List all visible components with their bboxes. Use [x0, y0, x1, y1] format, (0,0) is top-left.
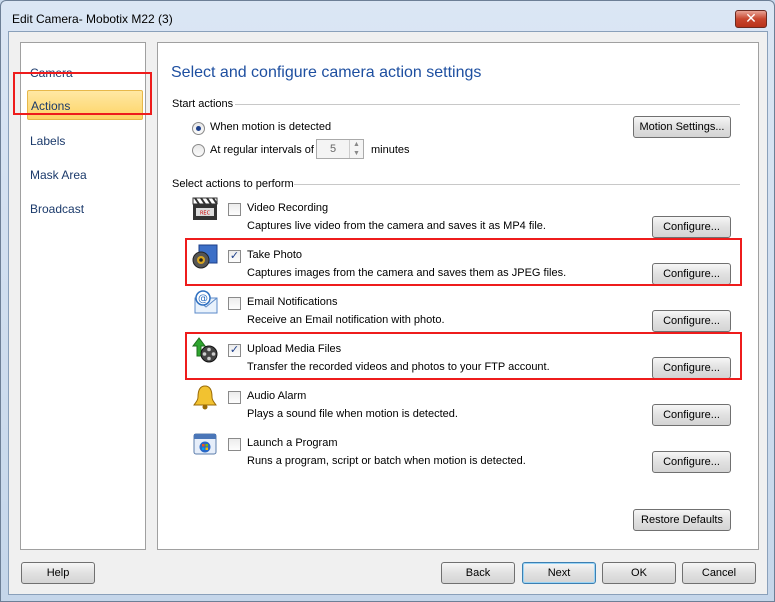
nav-item-broadcast[interactable]: Broadcast — [27, 194, 143, 224]
email-notifications-name[interactable]: Email Notifications — [247, 296, 337, 308]
page-title: Select and configure camera action setti… — [171, 64, 482, 81]
actions-group-label: Select actions to perform — [172, 178, 294, 190]
dialog-client: Camera Actions Labels Mask Area Broadcas… — [8, 31, 768, 595]
nav-item-mask-area[interactable]: Mask Area — [27, 160, 143, 190]
nav-panel: Camera Actions Labels Mask Area Broadcas… — [20, 42, 146, 550]
upload-media-configure-button[interactable]: Configure... — [652, 357, 731, 379]
take-photo-name[interactable]: Take Photo — [247, 249, 302, 261]
audio-alarm-checkbox[interactable] — [228, 391, 241, 404]
launch-program-configure-button[interactable]: Configure... — [652, 451, 731, 473]
interval-value: 5 — [329, 143, 337, 155]
video-recording-checkbox[interactable] — [228, 203, 241, 216]
stepper-up-icon[interactable]: ▲ — [350, 140, 363, 149]
stepper-buttons[interactable]: ▲ ▼ — [349, 140, 363, 158]
restore-defaults-button[interactable]: Restore Defaults — [633, 509, 731, 531]
launch-program-description: Runs a program, script or batch when mot… — [247, 455, 526, 467]
upload-media-description: Transfer the recorded videos and photos … — [247, 361, 550, 373]
camera-photo-icon — [191, 242, 219, 270]
motion-radio[interactable] — [192, 122, 205, 135]
interval-unit-label: minutes — [371, 144, 410, 156]
program-icon — [191, 430, 219, 458]
launch-program-name[interactable]: Launch a Program — [247, 437, 338, 449]
svg-text:@: @ — [198, 294, 208, 305]
launch-program-checkbox[interactable] — [228, 438, 241, 451]
motion-settings-button[interactable]: Motion Settings... — [633, 116, 731, 138]
audio-alarm-description: Plays a sound file when motion is detect… — [247, 408, 458, 420]
back-button[interactable]: Back — [441, 562, 515, 584]
audio-alarm-configure-button[interactable]: Configure... — [652, 404, 731, 426]
upload-icon — [191, 336, 219, 364]
email-notifications-checkbox[interactable] — [228, 297, 241, 310]
motion-radio-label[interactable]: When motion is detected — [210, 121, 331, 133]
take-photo-checkbox[interactable]: ✓ — [228, 250, 241, 263]
video-recording-name[interactable]: Video Recording — [247, 202, 328, 214]
audio-alarm-name[interactable]: Audio Alarm — [247, 390, 306, 402]
window-title: Edit Camera- Mobotix M22 (3) — [12, 12, 173, 26]
email-notifications-configure-button[interactable]: Configure... — [652, 310, 731, 332]
take-photo-configure-button[interactable]: Configure... — [652, 263, 731, 285]
close-button[interactable]: ✕ — [735, 10, 767, 28]
cancel-button[interactable]: Cancel — [682, 562, 756, 584]
next-button[interactable]: Next — [522, 562, 596, 584]
dialog-window: Edit Camera- Mobotix M22 (3) ✕ Camera Ac… — [0, 0, 775, 602]
start-actions-divider — [235, 104, 740, 105]
video-recording-icon: REC — [191, 195, 219, 223]
interval-radio[interactable] — [192, 144, 205, 157]
main-panel: Select and configure camera action setti… — [157, 42, 759, 550]
bell-icon — [191, 383, 219, 411]
upload-media-checkbox[interactable]: ✓ — [228, 344, 241, 357]
take-photo-description: Captures images from the camera and save… — [247, 267, 567, 279]
start-actions-label: Start actions — [172, 98, 234, 110]
ok-button[interactable]: OK — [602, 562, 676, 584]
interval-radio-label[interactable]: At regular intervals of — [210, 144, 314, 156]
upload-media-name[interactable]: Upload Media Files — [247, 343, 341, 355]
svg-text:REC: REC — [200, 211, 211, 217]
email-icon: @ — [191, 289, 219, 317]
video-recording-description: Captures live video from the camera and … — [247, 220, 546, 232]
email-notifications-description: Receive an Email notification with photo… — [247, 314, 445, 326]
interval-stepper[interactable]: 5 ▲ ▼ — [316, 139, 364, 159]
actions-divider — [294, 184, 740, 185]
title-bar: Edit Camera- Mobotix M22 (3) ✕ — [1, 1, 774, 31]
nav-item-labels[interactable]: Labels — [27, 126, 143, 156]
nav-item-camera[interactable]: Camera — [27, 58, 143, 88]
video-recording-configure-button[interactable]: Configure... — [652, 216, 731, 238]
help-button[interactable]: Help — [21, 562, 95, 584]
nav-item-actions[interactable]: Actions — [27, 90, 143, 120]
stepper-down-icon[interactable]: ▼ — [350, 149, 363, 158]
